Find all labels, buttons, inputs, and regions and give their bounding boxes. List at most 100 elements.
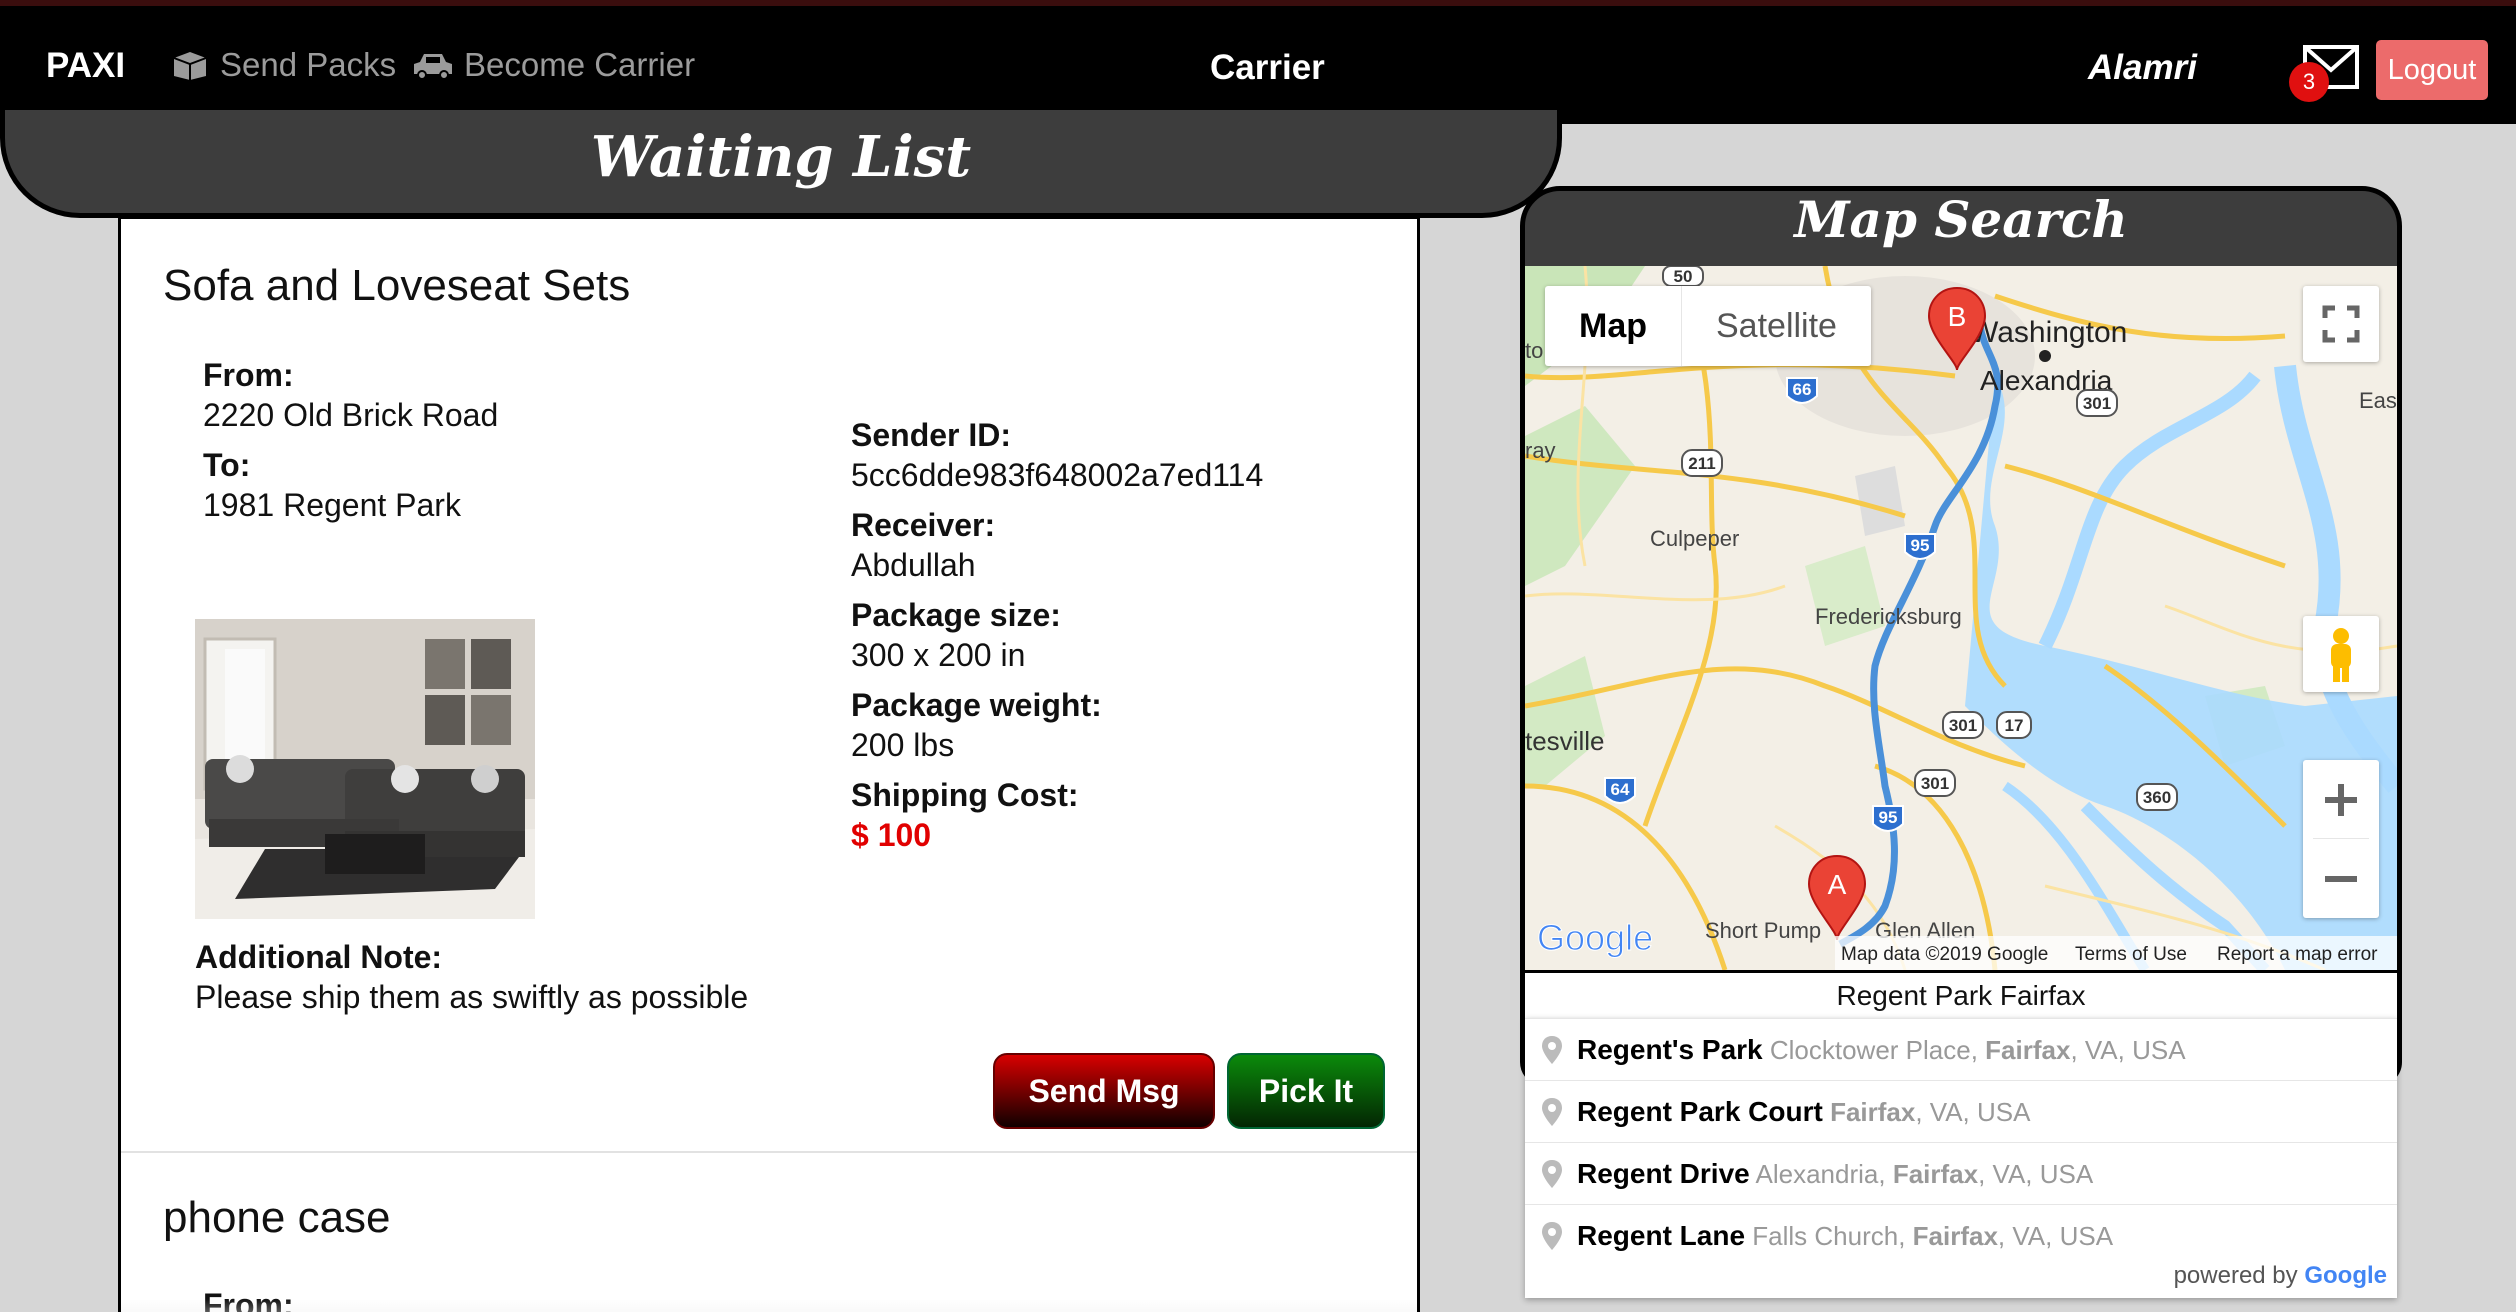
to-value: 1981 Regent Park (203, 487, 461, 523)
message-count-badge[interactable]: 3 (2289, 62, 2329, 102)
receiver-label: Receiver: (851, 507, 996, 543)
box-icon (173, 52, 207, 80)
map-search-title: Map Search (1794, 190, 2128, 249)
suggestion-secondary-pre: Clocktower Place, (1769, 1035, 1986, 1065)
suggestion-secondary-post: , VA, USA (2070, 1035, 2186, 1065)
package-size-label: Package size: (851, 597, 1061, 633)
additional-note-label: Additional Note: (195, 939, 443, 975)
svg-text:64: 64 (1611, 780, 1630, 799)
package-divider (121, 1151, 1417, 1153)
suggestion-secondary-post: , VA, USA (1978, 1159, 2094, 1189)
svg-text:95: 95 (1879, 808, 1898, 827)
sender-id-label: Sender ID: (851, 417, 1012, 453)
suggestion-main: Regent's Park (1577, 1034, 1763, 1065)
receiver-value: Abdullah (851, 547, 976, 583)
map-label-esville: tesville (1525, 726, 1604, 756)
shield-us301-a: 301 (2076, 389, 2118, 417)
svg-text:301: 301 (1949, 716, 1977, 735)
suggestion-main: Regent Drive (1577, 1158, 1750, 1189)
shield-i95-b: 95 (1872, 805, 1904, 832)
package-weight-label: Package weight: (851, 687, 1102, 723)
map-view[interactable]: Washington Alexandria Culpeper Frederick… (1525, 266, 2397, 970)
map-label-east: Eas (2359, 388, 2397, 413)
suggestion-secondary-pre: Falls Church, (1752, 1221, 1913, 1251)
map-pin-icon (1542, 1036, 1562, 1064)
sender-id-value: 5cc6dde983f648002a7ed114 (851, 457, 1264, 493)
terms-of-use-link[interactable]: Terms of Use (2075, 944, 2187, 965)
map-label-culpeper: Culpeper (1650, 526, 1739, 551)
svg-text:A: A (1828, 869, 1847, 900)
brand-logo[interactable]: PAXI (46, 46, 125, 86)
map-attribution: Map data ©2019 Google (1841, 944, 2048, 965)
package-photo (195, 619, 535, 919)
svg-text:95: 95 (1911, 536, 1930, 555)
package-title: Sofa and Loveseat Sets (163, 261, 631, 310)
car-icon (414, 54, 452, 80)
suggestion-secondary-post: , VA, USA (1997, 1221, 2114, 1251)
suggestion-item[interactable]: Regent Drive Alexandria, Fairfax, VA, US… (1525, 1142, 2397, 1204)
suggestion-secondary-pre: Alexandria, (1755, 1159, 1893, 1189)
panel-fade (121, 1299, 1417, 1312)
nav-carrier[interactable]: Carrier (1210, 48, 1325, 88)
map-pin-icon (1542, 1160, 1562, 1188)
autocomplete-dropdown: Regent's Park Clocktower Place, Fairfax,… (1525, 1018, 2397, 1298)
shield-i66: 66 (1786, 377, 1818, 404)
map-canvas[interactable]: Washington Alexandria Culpeper Frederick… (1525, 266, 2397, 970)
suggestion-main: Regent Lane (1577, 1220, 1746, 1251)
report-map-error-link[interactable]: Report a map error (2217, 944, 2378, 965)
pegman-icon (2331, 628, 2351, 682)
zoom-out-icon[interactable] (2303, 839, 2379, 917)
svg-text:211: 211 (1688, 454, 1715, 473)
powered-by-google: powered by Google (2174, 1262, 2387, 1290)
svg-text:66: 66 (1793, 380, 1812, 399)
shield-us301-c: 301 (1914, 769, 1956, 797)
svg-text:301: 301 (1921, 774, 1949, 793)
logout-button[interactable]: Logout (2376, 40, 2488, 100)
waiting-list-title: Waiting List (590, 124, 972, 190)
map-type-map-button[interactable]: Map (1545, 286, 1682, 366)
to-label: To: (203, 447, 251, 483)
powered-by-text: powered by (2173, 1262, 2298, 1289)
nav-send-packs[interactable]: Send Packs (170, 46, 396, 84)
nav-username[interactable]: Alamri (2088, 48, 2197, 88)
fullscreen-icon (2322, 305, 2360, 343)
svg-text:17: 17 (2005, 716, 2024, 735)
map-label-to: to (1525, 338, 1543, 363)
navbar: PAXI Send Packs Become Carrier Carrier A… (0, 6, 2516, 124)
shipping-cost-label: Shipping Cost: (851, 777, 1079, 813)
package-title: phone case (163, 1193, 391, 1242)
suggestion-item[interactable]: Regent Park Court Fairfax, VA, USA (1525, 1080, 2397, 1142)
shield-us360: 360 (2136, 783, 2178, 811)
suggestion-item[interactable]: Regent Lane Falls Church, Fairfax, VA, U… (1525, 1204, 2397, 1266)
from-value: 2220 Old Brick Road (203, 397, 499, 433)
additional-note-value: Please ship them as swiftly as possible (195, 979, 749, 1015)
shield-us301-b: 301 (1942, 711, 1984, 739)
map-label-ray: ray (1525, 438, 1556, 463)
map-search-input[interactable]: Regent Park Fairfax (1525, 970, 2397, 1018)
google-logo: Google (1537, 917, 1654, 959)
map-label-fredericksburg: Fredericksburg (1815, 604, 1962, 629)
street-view-button[interactable] (2303, 616, 2379, 692)
map-pin-icon (1542, 1098, 1562, 1126)
map-type-control: Map Satellite (1545, 286, 1871, 366)
pick-it-button[interactable]: Pick It (1227, 1053, 1385, 1129)
map-label-washington: Washington (1970, 316, 2127, 349)
nav-become-carrier-label: Become Carrier (464, 46, 696, 83)
suggestion-main: Regent Park Court (1577, 1096, 1823, 1127)
nav-send-packs-label: Send Packs (220, 46, 397, 83)
from-label: From: (203, 357, 294, 393)
suggestion-item[interactable]: Regent's Park Clocktower Place, Fairfax,… (1525, 1018, 2397, 1080)
fullscreen-button[interactable] (2303, 286, 2379, 362)
suggestion-secondary-match: Fairfax (1830, 1097, 1916, 1127)
package-size-value: 300 x 200 in (851, 637, 1026, 673)
svg-text:B: B (1948, 301, 1967, 332)
zoom-in-icon[interactable] (2303, 760, 2379, 838)
suggestion-secondary-post: , VA, USA (1915, 1097, 2031, 1127)
send-msg-button[interactable]: Send Msg (993, 1053, 1215, 1129)
suggestion-secondary-match: Fairfax (1912, 1221, 1998, 1251)
map-type-satellite-button[interactable]: Satellite (1682, 286, 1871, 366)
shield-i64: 64 (1604, 777, 1636, 804)
svg-text:Google: Google (1537, 917, 1653, 958)
nav-become-carrier[interactable]: Become Carrier (412, 46, 695, 84)
svg-text:50: 50 (1674, 267, 1693, 286)
